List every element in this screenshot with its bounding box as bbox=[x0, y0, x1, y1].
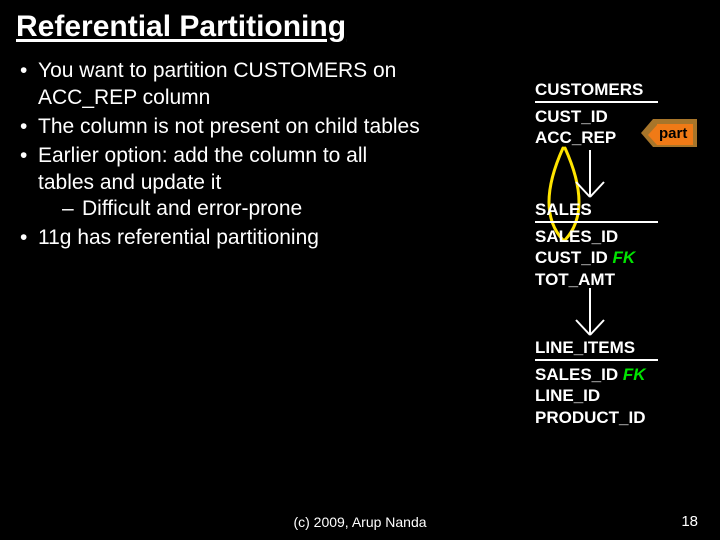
table-customers: CUSTOMERS CUST_ID ACC_REP bbox=[535, 80, 658, 149]
bullet-3-sub: Difficult and error-prone bbox=[62, 196, 428, 223]
part-label: part bbox=[657, 124, 693, 145]
bullet-4: 11g has referential partitioning bbox=[16, 225, 428, 252]
page-number: 18 bbox=[681, 513, 698, 530]
customers-title: CUSTOMERS bbox=[535, 80, 658, 103]
lineitems-title: LINE_ITEMS bbox=[535, 338, 658, 361]
bullet-3: Earlier option: add the column to all ta… bbox=[16, 143, 428, 224]
sales-col-3: TOT_AMT bbox=[535, 269, 658, 290]
bullet-1: You want to partition CUSTOMERS on ACC_R… bbox=[16, 58, 428, 112]
slide-title: Referential Partitioning bbox=[0, 0, 720, 52]
bullet-3-text: Earlier option: add the column to all ta… bbox=[38, 144, 367, 194]
sales-col-2: CUST_ID FK bbox=[535, 247, 658, 268]
sales-fk: FK bbox=[612, 248, 635, 267]
lineitems-col-3: PRODUCT_ID bbox=[535, 407, 658, 428]
lineitems-fk: FK bbox=[623, 365, 646, 384]
bullet-list: You want to partition CUSTOMERS on ACC_R… bbox=[16, 58, 436, 254]
lineitems-col-2: LINE_ID bbox=[535, 385, 658, 406]
part-tag: part bbox=[648, 124, 693, 145]
bullet-2: The column is not present on child table… bbox=[16, 114, 428, 141]
table-line-items: LINE_ITEMS SALES_ID FK LINE_ID PRODUCT_I… bbox=[535, 338, 658, 428]
customers-col-2: ACC_REP bbox=[535, 127, 658, 148]
sales-col-1: SALES_ID bbox=[535, 226, 658, 247]
customers-col-1: CUST_ID bbox=[535, 106, 658, 127]
table-sales: SALES SALES_ID CUST_ID FK TOT_AMT bbox=[535, 200, 658, 290]
footer-copyright: (c) 2009, Arup Nanda bbox=[0, 514, 720, 530]
sales-title: SALES bbox=[535, 200, 658, 223]
lineitems-col-1: SALES_ID FK bbox=[535, 364, 658, 385]
arrow-tip bbox=[648, 125, 657, 145]
